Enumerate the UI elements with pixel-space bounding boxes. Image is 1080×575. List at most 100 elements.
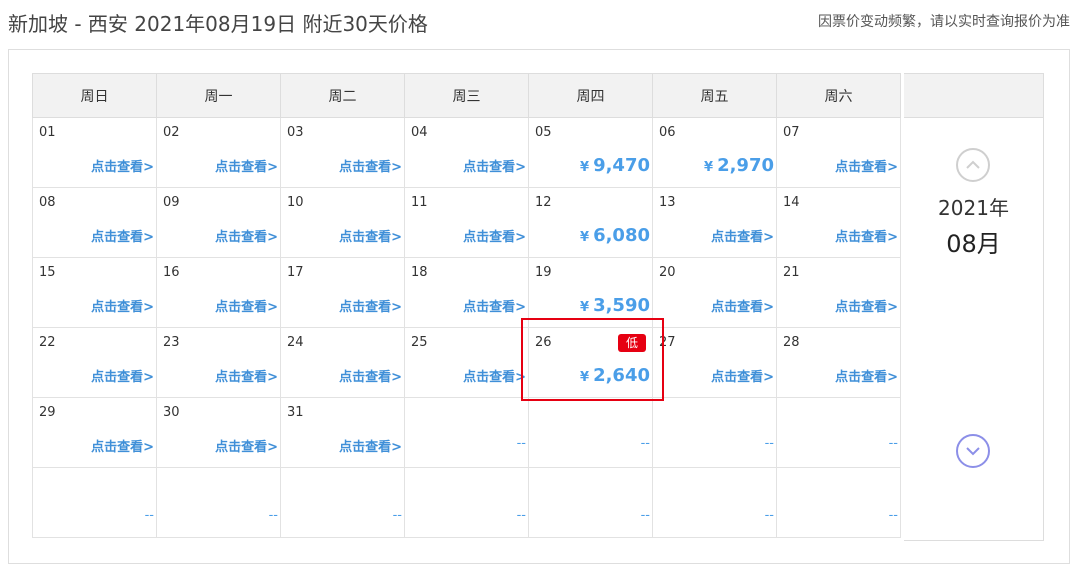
calendar-day-15[interactable]: 15 点击查看> bbox=[32, 257, 157, 328]
view-price-link[interactable]: 点击查看> bbox=[463, 366, 526, 385]
calendar-day-17[interactable]: 17 点击查看> bbox=[280, 257, 405, 328]
view-price-link[interactable]: 点击查看> bbox=[463, 226, 526, 245]
calendar-day-09[interactable]: 09 点击查看> bbox=[156, 187, 281, 258]
weekday-sat: 周六 bbox=[776, 73, 901, 118]
view-price-link[interactable]: 点击查看> bbox=[339, 156, 402, 175]
view-price-link[interactable]: 点击查看> bbox=[711, 366, 774, 385]
day-number: 05 bbox=[535, 125, 552, 140]
calendar-day-25[interactable]: 25 点击查看> bbox=[404, 327, 529, 398]
view-price-link[interactable]: 点击查看> bbox=[339, 436, 402, 455]
calendar-day-23[interactable]: 23 点击查看> bbox=[156, 327, 281, 398]
day-price[interactable]: ¥2,970 bbox=[704, 155, 774, 176]
calendar-empty-cell: -- bbox=[404, 467, 529, 538]
calendar-day-07[interactable]: 07 点击查看> bbox=[776, 117, 901, 188]
price-value: 6,080 bbox=[593, 225, 650, 246]
calendar-day-04[interactable]: 04 点击查看> bbox=[404, 117, 529, 188]
calendar-day-26[interactable]: 26 ¥2,640 低 bbox=[528, 327, 653, 398]
day-number: 18 bbox=[411, 265, 428, 280]
calendar-day-19[interactable]: 19 ¥3,590 bbox=[528, 257, 653, 328]
calendar-day-02[interactable]: 02 点击查看> bbox=[156, 117, 281, 188]
calendar-day-14[interactable]: 14 点击查看> bbox=[776, 187, 901, 258]
chevron-up-icon bbox=[966, 160, 980, 169]
calendar-day-10[interactable]: 10 点击查看> bbox=[280, 187, 405, 258]
view-price-link[interactable]: 点击查看> bbox=[91, 226, 154, 245]
calendar-empty-cell: -- bbox=[156, 467, 281, 538]
calendar-empty-cell: -- bbox=[528, 467, 653, 538]
calendar-day-30[interactable]: 30 点击查看> bbox=[156, 397, 281, 468]
calendar-day-22[interactable]: 22 点击查看> bbox=[32, 327, 157, 398]
view-price-link[interactable]: 点击查看> bbox=[463, 296, 526, 315]
calendar-day-08[interactable]: 08 点击查看> bbox=[32, 187, 157, 258]
calendar-day-28[interactable]: 28 点击查看> bbox=[776, 327, 901, 398]
calendar-week-row: 29 点击查看> 30 点击查看> 31 点击查看> -- -- -- -- bbox=[32, 397, 901, 468]
calendar-empty-cell: -- bbox=[280, 467, 405, 538]
calendar-day-20[interactable]: 20 点击查看> bbox=[652, 257, 777, 328]
day-number: 17 bbox=[287, 265, 304, 280]
view-price-link[interactable]: 点击查看> bbox=[711, 226, 774, 245]
calendar-day-12[interactable]: 12 ¥6,080 bbox=[528, 187, 653, 258]
view-price-link[interactable]: 点击查看> bbox=[835, 156, 898, 175]
calendar-day-13[interactable]: 13 点击查看> bbox=[652, 187, 777, 258]
calendar-empty-cell: -- bbox=[652, 397, 777, 468]
view-price-link[interactable]: 点击查看> bbox=[835, 226, 898, 245]
price-calendar: 周日 周一 周二 周三 周四 周五 周六 01 点击查看> 02 点击查看> 03 点击查… bbox=[32, 73, 901, 538]
day-price[interactable]: ¥3,590 bbox=[580, 295, 650, 316]
currency-symbol: ¥ bbox=[580, 300, 590, 315]
day-number: 01 bbox=[39, 125, 56, 140]
calendar-day-16[interactable]: 16 点击查看> bbox=[156, 257, 281, 328]
calendar-day-21[interactable]: 21 点击查看> bbox=[776, 257, 901, 328]
view-price-link[interactable]: 点击查看> bbox=[91, 366, 154, 385]
price-notice: 因票价变动频繁，请以实时查询报价为准 bbox=[818, 14, 1070, 30]
view-price-link[interactable]: 点击查看> bbox=[339, 226, 402, 245]
weekday-mon: 周一 bbox=[156, 73, 281, 118]
calendar-day-11[interactable]: 11 点击查看> bbox=[404, 187, 529, 258]
price-value: 3,590 bbox=[593, 295, 650, 316]
calendar-day-18[interactable]: 18 点击查看> bbox=[404, 257, 529, 328]
calendar-day-06[interactable]: 06 ¥2,970 bbox=[652, 117, 777, 188]
view-price-link[interactable]: 点击查看> bbox=[215, 156, 278, 175]
view-price-link[interactable]: 点击查看> bbox=[835, 296, 898, 315]
currency-symbol: ¥ bbox=[704, 160, 714, 175]
calendar-day-01[interactable]: 01 点击查看> bbox=[32, 117, 157, 188]
day-price[interactable]: ¥2,640 bbox=[580, 365, 650, 386]
view-price-link[interactable]: 点击查看> bbox=[91, 436, 154, 455]
calendar-week-row: 22 点击查看> 23 点击查看> 24 点击查看> 25 点击查看> 26 ¥2,640 低 27 点… bbox=[32, 327, 901, 398]
currency-symbol: ¥ bbox=[580, 160, 590, 175]
view-price-link[interactable]: 点击查看> bbox=[339, 366, 402, 385]
view-price-link[interactable]: 点击查看> bbox=[339, 296, 402, 315]
day-price[interactable]: ¥9,470 bbox=[580, 155, 650, 176]
view-price-link[interactable]: 点击查看> bbox=[91, 156, 154, 175]
no-price-placeholder: -- bbox=[888, 508, 898, 523]
view-price-link[interactable]: 点击查看> bbox=[215, 436, 278, 455]
calendar-day-31[interactable]: 31 点击查看> bbox=[280, 397, 405, 468]
view-price-link[interactable]: 点击查看> bbox=[215, 296, 278, 315]
next-month-button[interactable] bbox=[956, 434, 990, 468]
day-number: 03 bbox=[287, 125, 304, 140]
day-number: 19 bbox=[535, 265, 552, 280]
calendar-week-row: -- -- -- -- -- -- -- bbox=[32, 467, 901, 538]
calendar-week-row: 15 点击查看> 16 点击查看> 17 点击查看> 18 点击查看> 19 ¥3,590 20 点击… bbox=[32, 257, 901, 328]
view-price-link[interactable]: 点击查看> bbox=[711, 296, 774, 315]
calendar-day-24[interactable]: 24 点击查看> bbox=[280, 327, 405, 398]
no-price-placeholder: -- bbox=[144, 508, 154, 523]
calendar-day-05[interactable]: 05 ¥9,470 bbox=[528, 117, 653, 188]
prev-month-button[interactable] bbox=[956, 148, 990, 182]
view-price-link[interactable]: 点击查看> bbox=[463, 156, 526, 175]
day-number: 27 bbox=[659, 335, 676, 350]
weekday-wed: 周三 bbox=[404, 73, 529, 118]
view-price-link[interactable]: 点击查看> bbox=[215, 366, 278, 385]
calendar-week-row: 01 点击查看> 02 点击查看> 03 点击查看> 04 点击查看> 05 ¥9,470 06 ¥2… bbox=[32, 117, 901, 188]
month-label: 08月 bbox=[946, 230, 1001, 258]
calendar-day-29[interactable]: 29 点击查看> bbox=[32, 397, 157, 468]
no-price-placeholder: -- bbox=[764, 508, 774, 523]
calendar-day-03[interactable]: 03 点击查看> bbox=[280, 117, 405, 188]
view-price-link[interactable]: 点击查看> bbox=[835, 366, 898, 385]
day-price[interactable]: ¥6,080 bbox=[580, 225, 650, 246]
no-price-placeholder: -- bbox=[640, 436, 650, 451]
month-navigator: 2021年 08月 bbox=[904, 73, 1044, 541]
lowest-price-badge: 低 bbox=[617, 334, 646, 352]
day-number: 12 bbox=[535, 195, 552, 210]
view-price-link[interactable]: 点击查看> bbox=[91, 296, 154, 315]
calendar-day-27[interactable]: 27 点击查看> bbox=[652, 327, 777, 398]
view-price-link[interactable]: 点击查看> bbox=[215, 226, 278, 245]
